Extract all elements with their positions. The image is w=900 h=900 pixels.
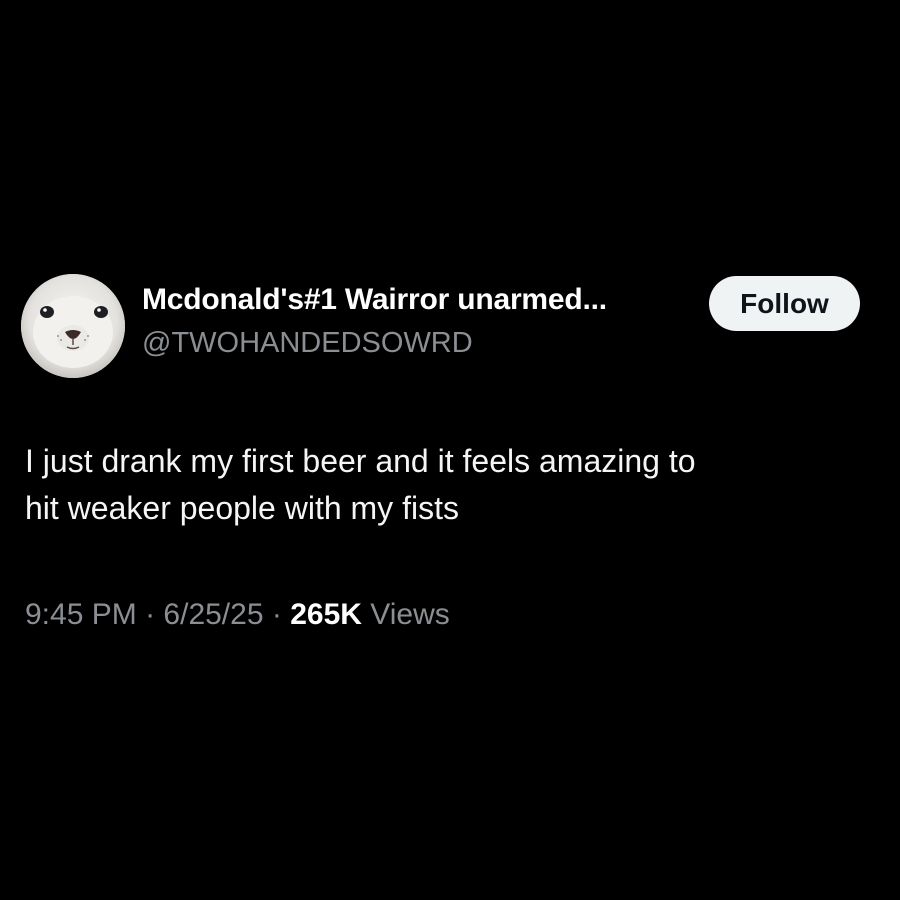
author-handle[interactable]: @TWOHANDEDSOWRD <box>142 327 473 360</box>
meta-separator: · <box>271 598 282 631</box>
follow-button[interactable]: Follow <box>709 276 860 331</box>
author-display-name[interactable]: Mcdonald's#1 Wairror unarmed... <box>142 283 607 317</box>
avatar[interactable] <box>21 274 125 378</box>
views-count: 265K <box>290 598 362 631</box>
meta-separator: · <box>145 598 156 631</box>
views-label: Views <box>370 598 450 631</box>
tweet-meta: 9:45 PM · 6/25/25 · 265K Views <box>25 598 450 632</box>
tweet-text-line: hit weaker people with my fists <box>25 490 459 526</box>
seal-pup-icon <box>21 274 125 378</box>
tweet-date[interactable]: 6/25/25 <box>163 598 263 631</box>
tweet-card: Mcdonald's#1 Wairror unarmed... @TWOHAND… <box>0 0 900 900</box>
tweet-text-line: I just drank my first beer and it feels … <box>25 443 696 479</box>
tweet-text: I just drank my first beer and it feels … <box>25 438 875 532</box>
tweet-time[interactable]: 9:45 PM <box>25 598 137 631</box>
